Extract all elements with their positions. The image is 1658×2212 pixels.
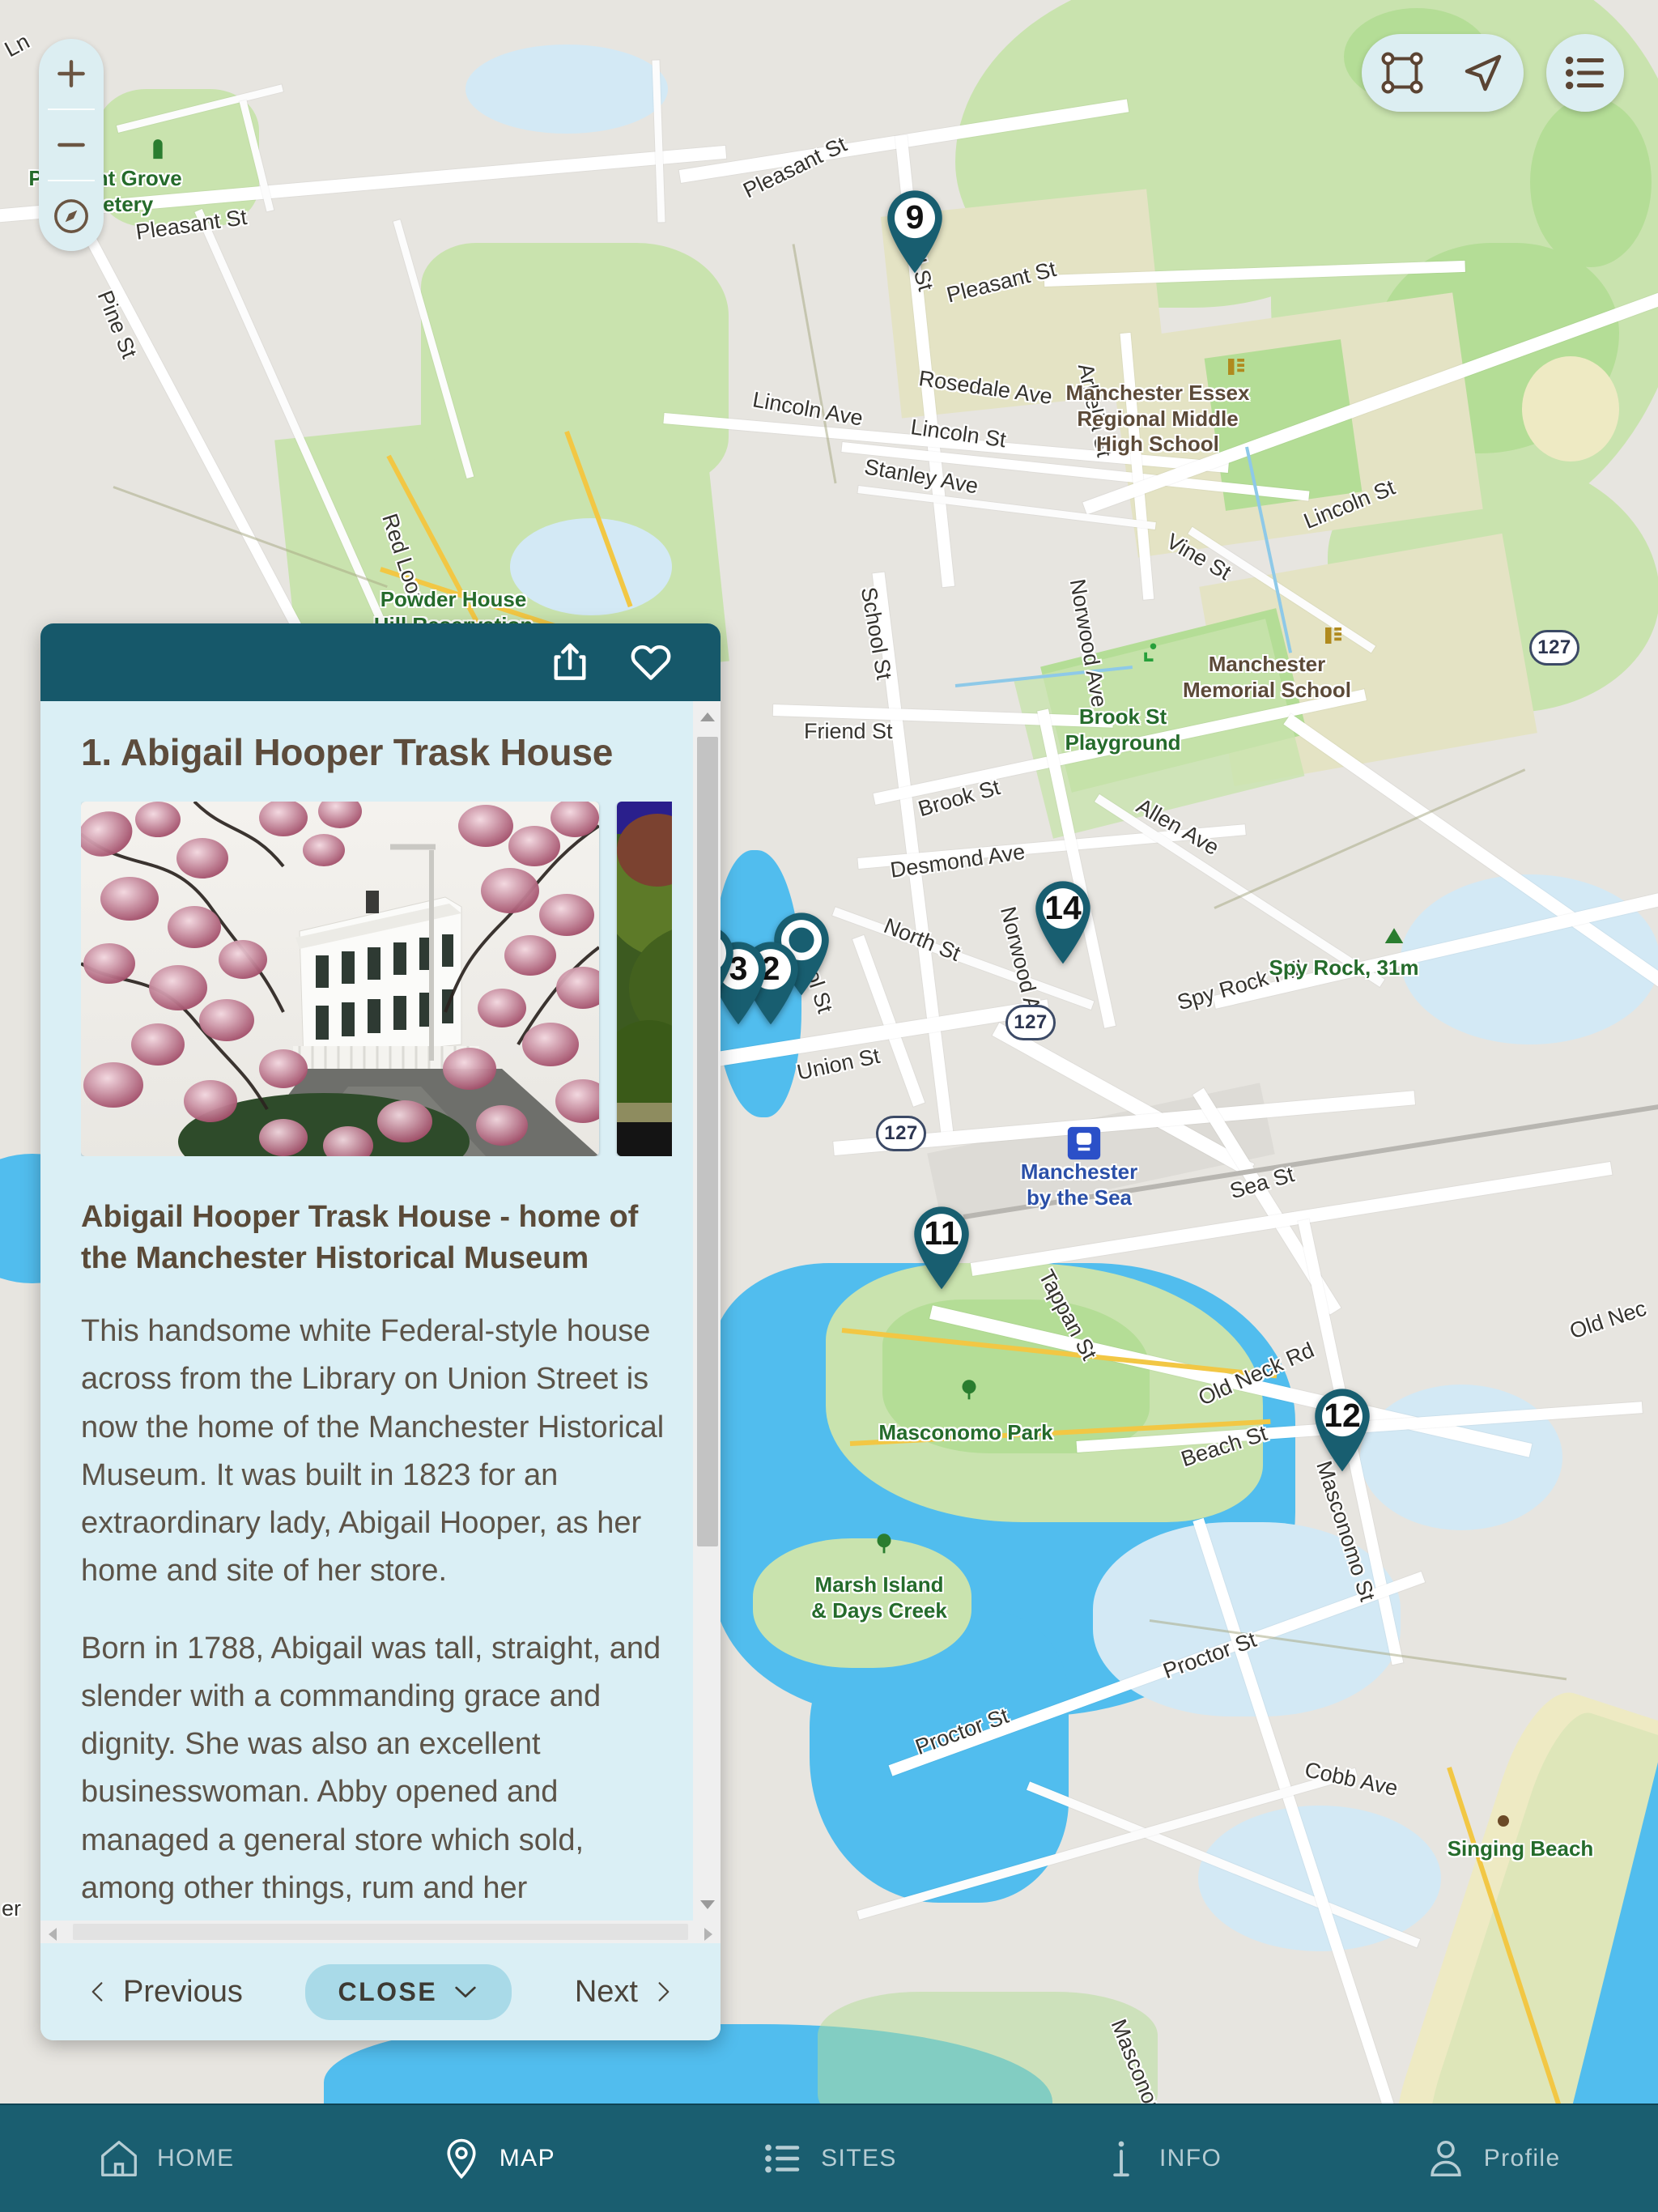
site-list-button[interactable]: [1546, 34, 1624, 112]
marker-number: 9: [905, 198, 925, 236]
site-photo-2[interactable]: [617, 802, 672, 1156]
share-icon[interactable]: [547, 639, 593, 686]
tab-sites[interactable]: SITES: [663, 2105, 995, 2212]
map-marker-14[interactable]: 14: [1030, 878, 1096, 966]
scroll-right-arrow-icon[interactable]: [704, 1928, 712, 1941]
zoom-controls[interactable]: [39, 39, 104, 251]
marker-number: 14: [1044, 889, 1082, 926]
card-horizontal-scrollbar[interactable]: [40, 1921, 721, 1943]
map-terrain-sand: [1522, 356, 1619, 462]
peak-icon: [1384, 928, 1404, 943]
marker-number: 12: [1324, 1397, 1361, 1434]
school-icon: [1228, 359, 1244, 375]
card-paragraph: This handsome white Federal-style house …: [81, 1314, 665, 1589]
next-label: Next: [574, 1974, 638, 2009]
map-marker-12[interactable]: 12: [1309, 1386, 1375, 1474]
map-marker-11[interactable]: 11: [908, 1204, 975, 1291]
beach-dot-icon: [1498, 1815, 1509, 1827]
chevron-left-icon: [91, 1982, 103, 2001]
tab-profile-label: Profile: [1483, 2145, 1561, 2172]
map-tools-pill[interactable]: [1362, 34, 1524, 112]
compass-icon: [54, 199, 88, 233]
pin-icon: [447, 2138, 476, 2180]
map-marker-9[interactable]: 9: [882, 188, 948, 275]
train-station-icon: [1067, 1126, 1101, 1160]
map-wetland: [510, 518, 672, 615]
list-icon: [765, 2144, 800, 2173]
tab-map[interactable]: MAP: [332, 2105, 664, 2212]
zoom-in-button[interactable]: [39, 39, 104, 108]
chevron-down-icon: [455, 1986, 476, 1998]
marker-number: 11: [924, 1214, 959, 1252]
close-label: CLOSE: [338, 1976, 438, 2006]
cemetery-icon: [153, 139, 163, 160]
card-subhead: Abigail Hooper Trask House - home of the…: [81, 1200, 639, 1275]
tab-home-label: HOME: [156, 2145, 235, 2172]
scroll-left-arrow-icon[interactable]: [49, 1928, 57, 1941]
compass-button[interactable]: [39, 181, 104, 251]
park-tree-icon: [877, 1534, 891, 1554]
zoom-out-button[interactable]: [39, 110, 104, 180]
previous-label: Previous: [123, 1974, 243, 2009]
tab-info-label: INFO: [1158, 2145, 1222, 2172]
card-navigation: Previous CLOSE Next: [40, 1943, 721, 2040]
plus-icon: [57, 60, 85, 87]
scroll-up-arrow-icon[interactable]: [700, 713, 715, 721]
route-shield: 127: [1005, 1005, 1056, 1040]
map-street-label: Ln: [0, 28, 34, 62]
card-title: 1. Abigail Hooper Trask House: [81, 731, 614, 773]
site-photo-1[interactable]: [81, 802, 599, 1156]
tab-profile[interactable]: Profile: [1326, 2105, 1658, 2212]
site-detail-card[interactable]: 1. Abigail Hooper Trask House Abigail Ho…: [40, 623, 721, 2040]
scroll-thumb-horizontal[interactable]: [73, 1924, 688, 1940]
route-shield: 127: [1529, 630, 1579, 666]
heart-icon[interactable]: [628, 639, 674, 686]
scroll-down-arrow-icon[interactable]: [700, 1900, 715, 1909]
previous-button[interactable]: Previous: [86, 1975, 243, 2010]
card-paragraph: Born in 1788, Abigail was tall, straight…: [81, 1631, 661, 1921]
tab-home[interactable]: HOME: [0, 2105, 332, 2212]
frame-extent-icon[interactable]: [1378, 49, 1426, 97]
map-street-label: er: [2, 1896, 22, 1921]
route-shield: 127: [876, 1116, 926, 1151]
map-terrain-green: [1530, 97, 1652, 267]
locate-arrow-icon[interactable]: [1459, 49, 1507, 97]
park-tree-icon: [962, 1380, 976, 1400]
home-icon: [101, 2141, 137, 2176]
school-icon: [1325, 627, 1341, 644]
info-icon: [1113, 2141, 1129, 2177]
contour: [792, 244, 837, 484]
road: [1095, 793, 1385, 987]
minus-icon: [57, 143, 85, 147]
tab-info[interactable]: INFO: [995, 2105, 1327, 2212]
map-terrain-marsh: [753, 1538, 971, 1668]
map-street-label: Old Nec: [1567, 1295, 1650, 1344]
scroll-thumb[interactable]: [697, 737, 718, 1546]
tab-map-label: MAP: [499, 2145, 555, 2172]
card-toolbar: [40, 623, 721, 701]
playground-icon: [1144, 643, 1157, 661]
card-scroll-region[interactable]: 1. Abigail Hooper Trask House Abigail Ho…: [40, 701, 721, 1921]
chevron-right-icon: [658, 1982, 670, 2001]
map-wetland: [466, 45, 668, 134]
tab-sites-label: SITES: [821, 2145, 897, 2172]
close-button[interactable]: CLOSE: [305, 1963, 512, 2020]
next-button[interactable]: Next: [575, 1975, 675, 2010]
photo-magnolia-house: [81, 802, 599, 1156]
person-icon: [1431, 2140, 1461, 2177]
map-wetland: [1360, 1385, 1562, 1530]
bottom-tab-bar[interactable]: HOME MAP SITES INFO Profile: [0, 2104, 1658, 2212]
photo-carousel[interactable]: [81, 802, 672, 1156]
card-vertical-scrollbar[interactable]: [693, 701, 721, 1921]
list-icon: [1565, 56, 1605, 90]
map-street-label: Friend St: [804, 719, 893, 743]
photo-foliage-building: [617, 802, 672, 1156]
